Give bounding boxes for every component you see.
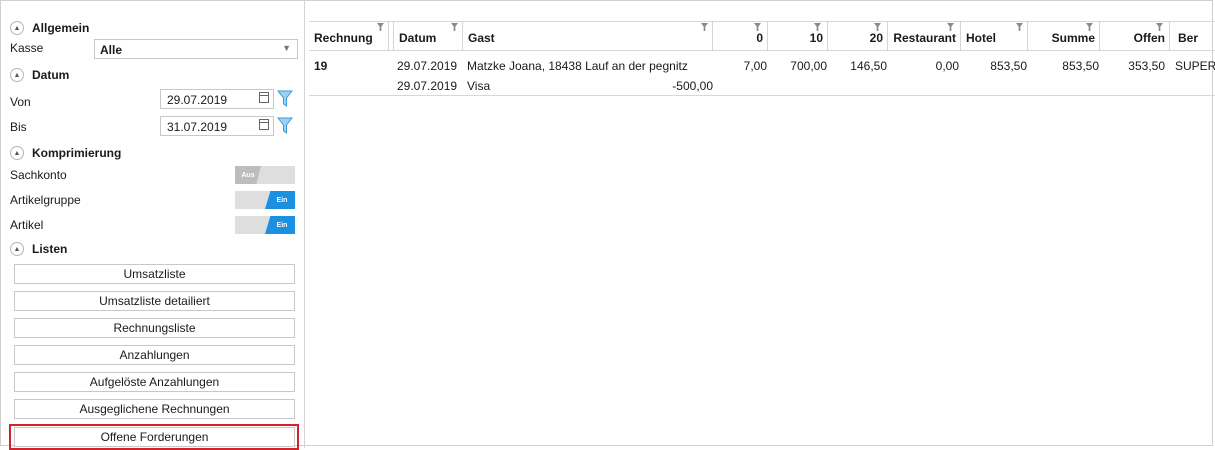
column-title: Rechnung xyxy=(314,31,373,45)
toggle-state: Ein xyxy=(265,191,295,209)
column-title: Ber xyxy=(1178,31,1199,45)
filter-icon[interactable] xyxy=(874,23,881,31)
filter-funnel-icon[interactable] xyxy=(277,117,293,135)
column-title: Restaurant xyxy=(893,31,956,45)
collapse-icon[interactable]: ▲ xyxy=(10,68,24,82)
column-title: 20 xyxy=(869,31,883,45)
column-datum[interactable]: Datum xyxy=(393,22,463,50)
bis-date-input[interactable]: 31.07.2019 xyxy=(160,116,274,136)
umsatzliste-button[interactable]: Umsatzliste xyxy=(14,264,295,284)
von-date-input[interactable]: 29.07.2019 xyxy=(160,89,274,109)
cell-10: 700,00 xyxy=(790,59,827,73)
filter-icon[interactable] xyxy=(947,23,954,31)
kasse-value: Alle xyxy=(100,43,123,57)
filter-icon[interactable] xyxy=(1156,23,1163,31)
column-0[interactable]: 0 xyxy=(713,22,768,50)
bis-label: Bis xyxy=(10,120,27,134)
chevron-down-icon: ▼ xyxy=(282,43,291,53)
calendar-icon[interactable] xyxy=(259,119,269,130)
cell-ber: SUPER xyxy=(1175,59,1215,73)
artikelgruppe-toggle[interactable]: Ein xyxy=(235,191,295,209)
payment-method: Visa xyxy=(467,79,491,93)
sachkonto-label: Sachkonto xyxy=(10,168,67,182)
filter-panel: ▲ Allgemein Kasse Alle ▼ ▲ Datum Von 29.… xyxy=(0,0,303,450)
cell-rechnung: 19 xyxy=(314,59,328,73)
umsatzliste-detailiert-button[interactable]: Umsatzliste detailiert xyxy=(14,291,295,311)
cell-restaurant: 0,00 xyxy=(935,59,959,73)
payment-amount: -500,00 xyxy=(672,79,713,93)
kasse-select[interactable]: Alle ▼ xyxy=(94,39,298,59)
column-title: Hotel xyxy=(966,31,996,45)
table-row[interactable]: 19 29.07.2019 Matzke Joana, 18438 Lauf a… xyxy=(309,56,1215,76)
column-title: Datum xyxy=(399,31,437,45)
panel-separator[interactable] xyxy=(304,0,305,448)
column-title: 0 xyxy=(756,31,763,45)
filter-icon[interactable] xyxy=(451,23,458,31)
artikel-toggle[interactable]: Ein xyxy=(235,216,295,234)
anzahlungen-button[interactable]: Anzahlungen xyxy=(14,345,295,365)
ausgeglichene-rechnungen-button[interactable]: Ausgeglichene Rechnungen xyxy=(14,399,295,419)
section-datum[interactable]: ▲ Datum xyxy=(10,66,69,84)
column-20[interactable]: 20 xyxy=(828,22,888,50)
section-title: Allgemein xyxy=(32,21,90,35)
column-title: Gast xyxy=(468,31,495,45)
column-offen[interactable]: Offen xyxy=(1100,22,1170,50)
filter-icon[interactable] xyxy=(1016,23,1023,31)
column-title: Offen xyxy=(1133,31,1165,45)
column-title: Summe xyxy=(1051,31,1095,45)
section-allgemein[interactable]: ▲ Allgemein xyxy=(10,19,89,37)
collapse-icon[interactable]: ▲ xyxy=(10,146,24,160)
collapse-icon[interactable]: ▲ xyxy=(10,21,24,35)
cell-0: 7,00 xyxy=(743,59,767,73)
toggle-state: Ein xyxy=(265,216,295,234)
von-label: Von xyxy=(10,95,31,109)
cell-hotel: 853,50 xyxy=(990,59,1027,73)
cell-offen: 353,50 xyxy=(1128,59,1165,73)
artikelgruppe-label: Artikelgruppe xyxy=(10,193,81,207)
cell-gast: Matzke Joana, 18438 Lauf an der pegnitz xyxy=(467,59,688,73)
filter-icon[interactable] xyxy=(754,23,761,31)
section-title: Listen xyxy=(32,242,68,256)
calendar-icon[interactable] xyxy=(259,92,269,103)
toggle-state: Aus xyxy=(235,166,261,184)
filter-icon[interactable] xyxy=(377,23,384,31)
column-title: 10 xyxy=(809,31,823,45)
aufgeloeste-anzahlungen-button[interactable]: Aufgelöste Anzahlungen xyxy=(14,372,295,392)
payment-row[interactable]: 29.07.2019 Visa -500,00 xyxy=(309,76,729,95)
payment-datum: 29.07.2019 xyxy=(397,79,458,93)
grid-header: Rechnung Datum Gast 0 10 20 Restaurant H… xyxy=(309,21,1215,51)
row-divider xyxy=(309,95,1215,96)
kasse-label: Kasse xyxy=(10,41,44,55)
artikel-label: Artikel xyxy=(10,218,44,232)
section-title: Komprimierung xyxy=(32,146,122,160)
filter-funnel-icon[interactable] xyxy=(277,90,293,108)
rechnungsliste-button[interactable]: Rechnungsliste xyxy=(14,318,295,338)
section-listen[interactable]: ▲ Listen xyxy=(10,240,67,258)
collapse-icon[interactable]: ▲ xyxy=(10,242,24,256)
column-gast[interactable]: Gast xyxy=(463,22,713,50)
cell-summe: 853,50 xyxy=(1062,59,1099,73)
von-date-value: 29.07.2019 xyxy=(167,93,228,107)
column-rechnung[interactable]: Rechnung xyxy=(309,22,389,50)
filter-icon[interactable] xyxy=(701,23,708,31)
filter-icon[interactable] xyxy=(1086,23,1093,31)
section-komprimierung[interactable]: ▲ Komprimierung xyxy=(10,144,121,162)
column-ber[interactable]: Ber xyxy=(1170,22,1215,50)
sachkonto-toggle[interactable]: Aus xyxy=(235,166,295,184)
column-restaurant[interactable]: Restaurant xyxy=(888,22,961,50)
section-title: Datum xyxy=(32,68,70,82)
column-summe[interactable]: Summe xyxy=(1028,22,1100,50)
filter-icon[interactable] xyxy=(814,23,821,31)
cell-20: 146,50 xyxy=(850,59,887,73)
cell-datum: 29.07.2019 xyxy=(397,59,458,73)
column-hotel[interactable]: Hotel xyxy=(961,22,1028,50)
selection-highlight xyxy=(9,424,299,450)
bis-date-value: 31.07.2019 xyxy=(167,120,228,134)
column-10[interactable]: 10 xyxy=(768,22,828,50)
